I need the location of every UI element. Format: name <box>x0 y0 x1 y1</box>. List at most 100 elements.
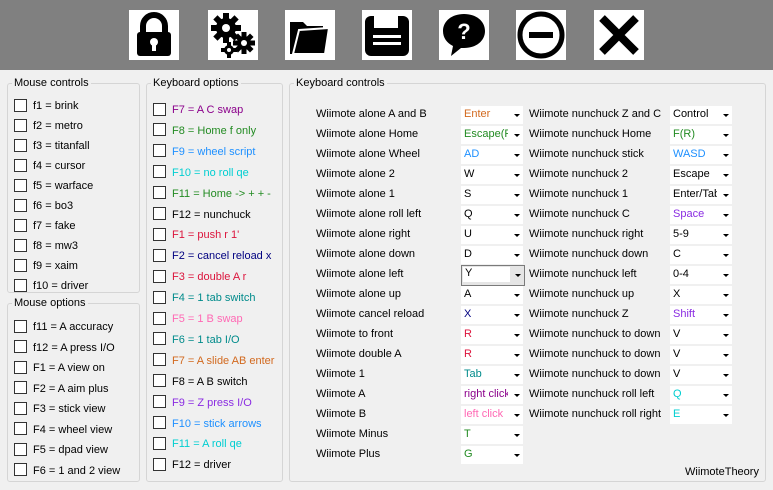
chevron-down-icon[interactable] <box>718 346 732 364</box>
key-select[interactable]: V <box>670 326 732 344</box>
checkbox[interactable] <box>14 442 27 456</box>
checkbox-row[interactable]: F2 = cancel reload x <box>153 248 271 264</box>
chevron-down-icon[interactable] <box>718 206 732 224</box>
checkbox-row[interactable]: F3 = double A r <box>153 269 246 285</box>
checkbox-row[interactable]: F4 = 1 tab switch <box>153 290 255 306</box>
checkbox[interactable] <box>14 319 27 333</box>
key-select[interactable]: Shift <box>670 306 732 324</box>
checkbox-row[interactable]: F5 = 1 B swap <box>153 311 243 327</box>
checkbox[interactable] <box>14 158 27 172</box>
chevron-down-icon[interactable] <box>509 346 523 364</box>
checkbox[interactable] <box>153 353 166 367</box>
checkbox-row[interactable]: F6 = 1 tab I/O <box>153 332 240 348</box>
key-select[interactable]: Control <box>670 106 732 124</box>
chevron-down-icon[interactable] <box>509 386 523 404</box>
chevron-down-icon[interactable] <box>509 446 523 464</box>
checkbox-row[interactable]: F5 = dpad view <box>14 442 108 458</box>
key-select[interactable]: right click <box>461 386 523 404</box>
checkbox[interactable] <box>14 401 27 415</box>
checkbox[interactable] <box>153 457 166 471</box>
chevron-down-icon[interactable] <box>509 326 523 344</box>
chevron-down-icon[interactable] <box>509 226 523 244</box>
minimize-button[interactable] <box>516 10 566 60</box>
checkbox[interactable] <box>153 123 166 137</box>
chevron-down-icon[interactable] <box>718 286 732 304</box>
checkbox[interactable] <box>14 98 27 112</box>
checkbox-row[interactable]: F11 = Home -> + + - <box>153 186 271 202</box>
checkbox[interactable] <box>153 311 166 325</box>
checkbox[interactable] <box>153 207 166 221</box>
checkbox[interactable] <box>153 332 166 346</box>
checkbox-row[interactable]: F11 = A roll qe <box>153 436 242 452</box>
checkbox[interactable] <box>14 463 27 477</box>
checkbox[interactable] <box>153 186 166 200</box>
key-select[interactable]: V <box>670 366 732 384</box>
key-select[interactable]: Tab <box>461 366 523 384</box>
chevron-down-icon[interactable] <box>509 246 523 264</box>
chevron-down-icon[interactable] <box>718 306 732 324</box>
chevron-down-icon[interactable] <box>718 106 732 124</box>
checkbox-row[interactable]: F1 = A view on <box>14 360 105 376</box>
checkbox[interactable] <box>153 165 166 179</box>
chevron-down-icon[interactable] <box>509 106 523 124</box>
chevron-down-icon[interactable] <box>510 266 524 284</box>
checkbox[interactable] <box>153 374 166 388</box>
key-select[interactable]: left click <box>461 406 523 424</box>
key-select[interactable]: Y <box>461 265 525 286</box>
help-button[interactable]: ? <box>439 10 489 60</box>
checkbox-row[interactable]: F2 = A aim plus <box>14 381 109 397</box>
chevron-down-icon[interactable] <box>718 406 732 424</box>
settings-button[interactable] <box>208 10 258 60</box>
close-button[interactable] <box>594 10 644 60</box>
key-select[interactable]: A <box>461 286 523 304</box>
key-select[interactable]: D <box>461 246 523 264</box>
checkbox[interactable] <box>153 395 166 409</box>
checkbox-row[interactable]: F12 = nunchuck <box>153 207 251 223</box>
chevron-down-icon[interactable] <box>718 226 732 244</box>
checkbox-row[interactable]: f10 = driver <box>14 278 88 294</box>
chevron-down-icon[interactable] <box>509 146 523 164</box>
chevron-down-icon[interactable] <box>509 306 523 324</box>
checkbox-row[interactable]: F8 = Home f only <box>153 123 256 139</box>
checkbox-row[interactable]: F7 = A slide AB enter <box>153 353 274 369</box>
chevron-down-icon[interactable] <box>718 166 732 184</box>
key-select[interactable]: WASD <box>670 146 732 164</box>
key-select[interactable]: Escape(R) <box>461 126 523 144</box>
key-select[interactable]: W <box>461 166 523 184</box>
chevron-down-icon[interactable] <box>718 186 732 204</box>
key-select[interactable]: Q <box>461 206 523 224</box>
checkbox-row[interactable]: f1 = brink <box>14 98 79 114</box>
checkbox[interactable] <box>14 218 27 232</box>
key-select[interactable]: U <box>461 226 523 244</box>
checkbox[interactable] <box>14 422 27 436</box>
checkbox[interactable] <box>14 118 27 132</box>
key-select[interactable]: 5-9 <box>670 226 732 244</box>
key-select[interactable]: Space <box>670 206 732 224</box>
key-select[interactable]: X <box>461 306 523 324</box>
checkbox-row[interactable]: f9 = xaim <box>14 258 78 274</box>
key-select[interactable]: E <box>670 406 732 424</box>
key-select[interactable]: X <box>670 286 732 304</box>
key-select[interactable]: Enter <box>461 106 523 124</box>
checkbox-row[interactable]: F3 = stick view <box>14 401 105 417</box>
checkbox[interactable] <box>14 278 27 292</box>
checkbox[interactable] <box>153 416 166 430</box>
checkbox-row[interactable]: F12 = driver <box>153 457 231 473</box>
key-select[interactable]: T <box>461 426 523 444</box>
checkbox-row[interactable]: F8 = A B switch <box>153 374 248 390</box>
checkbox[interactable] <box>14 238 27 252</box>
chevron-down-icon[interactable] <box>509 426 523 444</box>
key-select[interactable]: C <box>670 246 732 264</box>
key-select[interactable]: R <box>461 346 523 364</box>
key-select[interactable]: Enter/Tab <box>670 186 732 204</box>
checkbox[interactable] <box>153 227 166 241</box>
chevron-down-icon[interactable] <box>509 186 523 204</box>
chevron-down-icon[interactable] <box>718 126 732 144</box>
key-select[interactable]: V <box>670 346 732 364</box>
checkbox[interactable] <box>14 138 27 152</box>
checkbox-row[interactable]: F9 = Z press I/O <box>153 395 252 411</box>
chevron-down-icon[interactable] <box>509 206 523 224</box>
key-select[interactable]: S <box>461 186 523 204</box>
checkbox-row[interactable]: f2 = metro <box>14 118 83 134</box>
checkbox-row[interactable]: F6 = 1 and 2 view <box>14 463 120 479</box>
